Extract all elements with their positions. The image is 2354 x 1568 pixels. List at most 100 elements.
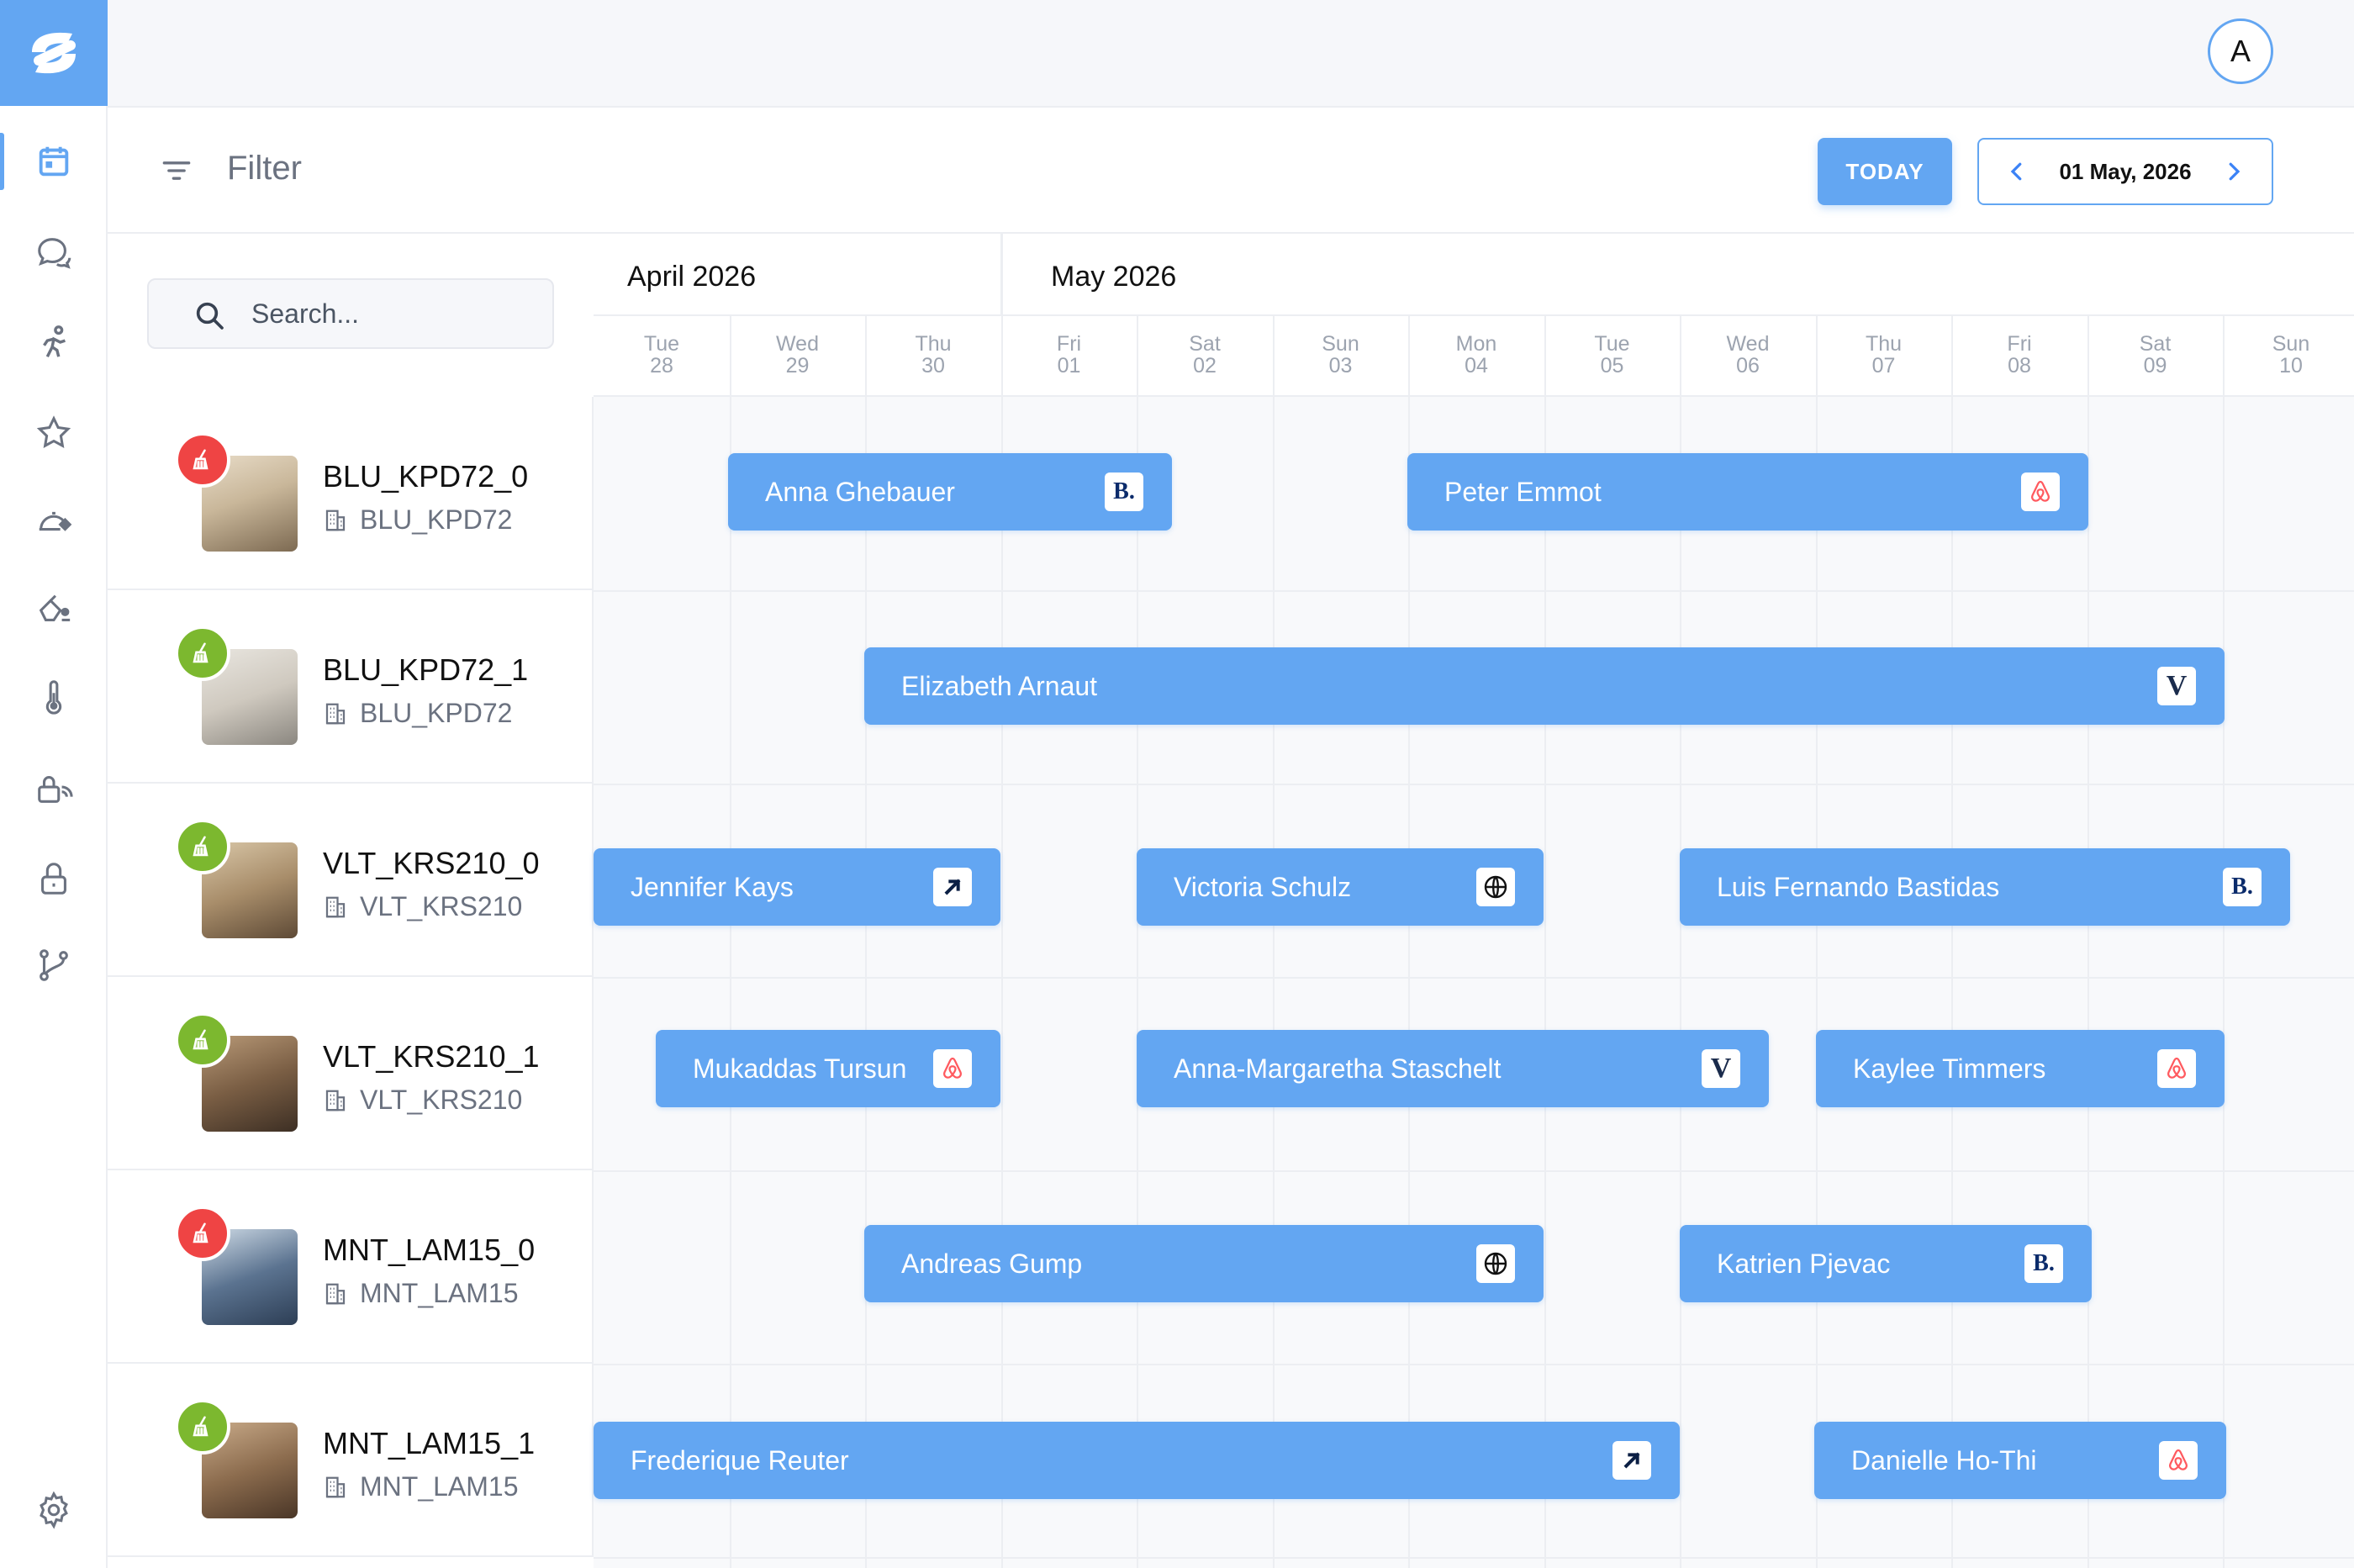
room-building: VLT_KRS210 [323,891,522,922]
channel-logo-text: V [2166,670,2188,701]
chat-icon [38,238,71,269]
nav-reviews[interactable] [0,399,108,467]
airbnb-icon [2021,473,2060,511]
calendar-icon [39,146,69,177]
room-row[interactable]: MNT_LAM15_1 MNT_LAM15 [108,1364,594,1557]
room-name: VLT_KRS210_0 [323,846,540,880]
booking-bar[interactable]: Anna Ghebauer B. [728,453,1172,531]
building-name: MNT_LAM15 [360,1278,519,1308]
day-number: 28 [650,354,673,377]
nav-climate[interactable] [0,664,108,731]
day-column-header: Sat 02 [1137,316,1273,397]
activity-icon [43,325,66,358]
user-avatar[interactable]: A [2208,18,2273,84]
cleaning-status-badge[interactable] [175,819,230,874]
booking-bar[interactable]: Anna-Margaretha Staschelt V [1137,1030,1769,1107]
day-of-week: Wed [1726,332,1770,356]
day-of-week: Wed [776,332,819,356]
nav-locks[interactable] [0,845,108,912]
filter-icon[interactable] [158,152,195,189]
search-box [147,278,554,349]
room-row[interactable]: VLT_KRS210_1 VLT_KRS210 [108,977,594,1170]
nav-settings[interactable] [0,1476,108,1544]
search-icon [196,302,224,330]
booking-com-icon: B. [1105,473,1143,511]
room-row[interactable]: VLT_KRS210_0 VLT_KRS210 [108,784,594,977]
month-label-april: April 2026 [627,261,757,293]
day-number: 06 [1736,354,1760,377]
day-column-header: Sun 03 [1273,316,1409,397]
building-name: BLU_KPD72 [360,698,513,728]
day-number: 07 [1871,354,1896,377]
previous-date-button[interactable] [2004,159,2029,184]
day-column-header: Fri 01 [1001,316,1137,397]
branch-icon [40,949,68,981]
thermometer-icon [45,680,62,715]
room-row[interactable]: BLU_KPD72_1 BLU_KPD72 [108,590,594,784]
airbnb-icon [2157,1049,2196,1088]
booking-bar[interactable]: Jennifer Kays [594,848,1000,926]
room-row[interactable]: MNT_LAM15_0 MNT_LAM15 [108,1170,594,1364]
day-number: 29 [785,354,810,377]
nav-activity[interactable] [0,309,108,376]
day-column-header: Tue 28 [594,316,730,397]
nav-services[interactable] [0,488,108,555]
room-row[interactable]: BLU_KPD72_0 BLU_KPD72 [108,397,594,590]
day-column-header: Wed 29 [730,316,866,397]
broom-icon [193,449,208,470]
lock-icon [41,863,66,895]
globe-icon [1476,868,1515,906]
booking-bar[interactable]: Luis Fernando Bastidas B. [1680,848,2290,926]
day-column-header: Fri 08 [1951,316,2087,397]
cleaning-status-badge[interactable] [175,1399,230,1454]
search-input[interactable] [251,280,537,347]
booking-bar[interactable]: Peter Emmot [1407,453,2088,531]
day-of-week: Sat [2139,332,2172,356]
today-button[interactable]: TODAY [1818,138,1952,205]
booking-com-icon: B. [2024,1244,2063,1283]
nav-cleaning[interactable] [0,575,108,642]
day-number: 02 [1193,354,1217,377]
settings-icon [40,1491,68,1529]
grid-row-line [594,977,2354,979]
nav-calendar[interactable] [0,128,108,195]
building-icon [325,896,346,917]
broom-icon [193,642,208,663]
nav-integrations[interactable] [0,932,108,999]
booking-bar[interactable]: Kaylee Timmers [1816,1030,2225,1107]
cleaning-status-badge[interactable] [175,1012,230,1068]
globe-icon [1476,1244,1515,1283]
channel-logo-text: B. [2231,874,2253,900]
guest-name: Mukaddas Tursun [693,1053,907,1084]
booking-bar[interactable]: Danielle Ho-Thi [1814,1422,2226,1499]
booking-bar[interactable]: Victoria Schulz [1137,848,1544,926]
filter-label[interactable]: Filter [227,150,302,187]
booking-bar[interactable]: Andreas Gump [864,1225,1544,1302]
cleaning-status-badge[interactable] [175,432,230,488]
booking-bar[interactable]: Frederique Reuter [594,1422,1680,1499]
guest-name: Anna Ghebauer [765,476,955,507]
booking-bar[interactable]: Mukaddas Tursun [656,1030,1000,1107]
app-logo[interactable] [0,0,108,106]
day-number: 01 [1057,354,1081,377]
current-date[interactable]: 01 May, 2026 [2059,159,2191,185]
service-tag-icon [39,511,72,531]
grid-row-line [594,1170,2354,1172]
cleaning-status-badge[interactable] [175,1206,230,1261]
smart-lock-icon [38,776,73,803]
booking-bar[interactable]: Elizabeth Arnaut V [864,647,2225,725]
nav-messages[interactable] [0,219,108,286]
nav-smart-lock[interactable] [0,755,108,822]
cleaning-status-badge[interactable] [175,626,230,681]
room-building: BLU_KPD72 [323,504,512,536]
day-column-header: Wed 06 [1680,316,1816,397]
booking-bar[interactable]: Katrien Pjevac B. [1680,1225,2092,1302]
building-name: VLT_KRS210 [360,891,523,921]
guest-name: Anna-Margaretha Staschelt [1174,1053,1502,1084]
next-date-button[interactable] [2221,159,2246,184]
building-icon [325,1476,346,1497]
building-icon [325,509,346,531]
expedia-icon [933,868,972,906]
day-of-week: Sun [2272,332,2310,356]
broom-icon [193,1416,208,1437]
